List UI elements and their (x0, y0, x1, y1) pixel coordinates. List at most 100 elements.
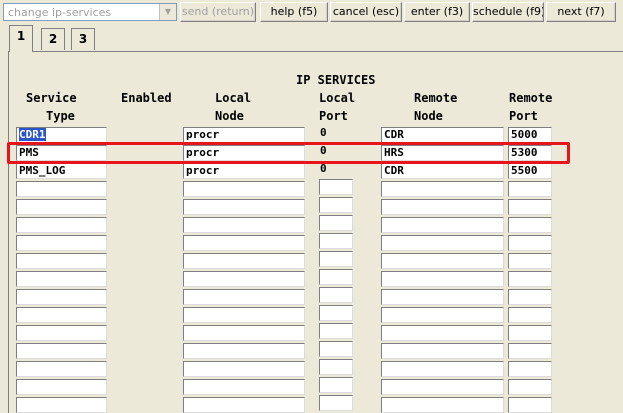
remote-port-field[interactable]: 5300 (508, 145, 552, 161)
remote-port-field[interactable] (508, 361, 552, 377)
remote-port-field[interactable] (508, 379, 552, 395)
local-port-field[interactable] (319, 323, 353, 339)
local-node-field[interactable] (183, 181, 305, 197)
page-tabs: 1 2 3 (0, 25, 623, 52)
remote-node-field[interactable] (381, 325, 504, 341)
command-select[interactable]: change ip-services ▼ (3, 3, 177, 21)
local-node-field[interactable] (183, 217, 305, 233)
header-local-port-2: Port (319, 109, 348, 123)
help-button[interactable]: help (f5) (260, 2, 328, 22)
local-port-value: 0 (320, 126, 327, 139)
service-type-field[interactable]: CDR1 (16, 127, 107, 143)
local-port-field[interactable] (319, 359, 353, 375)
header-enabled: Enabled (121, 91, 172, 105)
local-port-value: 0 (320, 144, 327, 157)
tab-2[interactable]: 2 (41, 28, 65, 50)
local-node-field[interactable]: procr (183, 163, 305, 179)
remote-port-field[interactable] (508, 253, 552, 269)
service-type-field[interactable] (16, 325, 107, 341)
local-node-field[interactable] (183, 397, 305, 413)
service-type-field[interactable] (16, 289, 107, 305)
local-port-field[interactable] (319, 287, 353, 303)
service-type-field[interactable] (16, 343, 107, 359)
remote-port-field[interactable] (508, 217, 552, 233)
remote-node-field[interactable] (381, 181, 504, 197)
local-node-field[interactable] (183, 253, 305, 269)
local-node-field[interactable] (183, 379, 305, 395)
local-port-field[interactable] (319, 215, 353, 231)
local-port-field[interactable] (319, 179, 353, 195)
remote-port-field[interactable] (508, 289, 552, 305)
local-port-field[interactable] (319, 305, 353, 321)
remote-node-field[interactable] (381, 361, 504, 377)
remote-port-field[interactable]: 5000 (508, 127, 552, 143)
service-type-field[interactable] (16, 397, 107, 413)
form-title: IP SERVICES (296, 73, 376, 87)
local-port-field[interactable] (319, 197, 353, 213)
send-button[interactable]: send (return) (180, 2, 256, 22)
local-port-field[interactable] (319, 233, 353, 249)
tab-1[interactable]: 1 (9, 25, 33, 52)
header-remote-node: Remote (414, 91, 458, 105)
service-type-field[interactable] (16, 361, 107, 377)
local-node-field[interactable] (183, 325, 305, 341)
remote-node-field[interactable]: HRS (381, 145, 504, 161)
toolbar: change ip-services ▼ send (return) help … (0, 0, 623, 25)
cancel-button[interactable]: cancel (esc) (330, 2, 402, 22)
service-type-field[interactable] (16, 217, 107, 233)
remote-node-field[interactable] (381, 307, 504, 323)
local-port-field[interactable] (319, 269, 353, 285)
service-type-field[interactable] (16, 307, 107, 323)
remote-node-field[interactable] (381, 343, 504, 359)
remote-node-field[interactable] (381, 289, 504, 305)
remote-port-field[interactable] (508, 181, 552, 197)
service-type-field[interactable] (16, 379, 107, 395)
remote-node-field[interactable] (381, 397, 504, 413)
remote-node-field[interactable] (381, 199, 504, 215)
service-type-field[interactable]: PMS (16, 145, 107, 161)
service-type-field[interactable] (16, 271, 107, 287)
service-type-field[interactable] (16, 199, 107, 215)
local-node-field[interactable]: procr (183, 145, 305, 161)
local-node-field[interactable] (183, 289, 305, 305)
local-node-field[interactable] (183, 199, 305, 215)
local-port-field[interactable] (319, 377, 353, 393)
local-node-field[interactable] (183, 343, 305, 359)
remote-port-field[interactable] (508, 397, 552, 413)
service-type-field[interactable] (16, 235, 107, 251)
local-node-field[interactable] (183, 307, 305, 323)
local-node-field[interactable]: procr (183, 127, 305, 143)
remote-node-field[interactable] (381, 217, 504, 233)
header-local-port: Local (319, 91, 356, 105)
remote-node-field[interactable]: CDR (381, 127, 504, 143)
service-type-field[interactable]: PMS_LOG (16, 163, 107, 179)
local-port-value: 0 (320, 162, 327, 175)
schedule-button[interactable]: schedule (f9) (472, 2, 544, 22)
enter-button[interactable]: enter (f3) (404, 2, 470, 22)
remote-node-field[interactable] (381, 235, 504, 251)
remote-port-field[interactable]: 5500 (508, 163, 552, 179)
remote-node-field[interactable] (381, 271, 504, 287)
remote-port-field[interactable] (508, 307, 552, 323)
remote-node-field[interactable] (381, 253, 504, 269)
local-port-field[interactable] (319, 341, 353, 357)
remote-port-field[interactable] (508, 271, 552, 287)
local-port-field[interactable] (319, 251, 353, 267)
remote-port-field[interactable] (508, 343, 552, 359)
service-type-field[interactable] (16, 253, 107, 269)
remote-port-field[interactable] (508, 235, 552, 251)
local-node-field[interactable] (183, 235, 305, 251)
tab-3[interactable]: 3 (71, 28, 95, 50)
service-type-field[interactable] (16, 181, 107, 197)
local-node-field[interactable] (183, 361, 305, 377)
remote-port-field[interactable] (508, 199, 552, 215)
header-remote-node-2: Node (414, 109, 443, 123)
header-service-type: Type (46, 109, 75, 123)
remote-port-field[interactable] (508, 325, 552, 341)
local-node-field[interactable] (183, 271, 305, 287)
chevron-down-icon[interactable]: ▼ (159, 4, 176, 20)
remote-node-field[interactable]: CDR (381, 163, 504, 179)
remote-node-field[interactable] (381, 379, 504, 395)
next-button[interactable]: next (f7) (546, 2, 616, 22)
local-port-field[interactable] (319, 395, 353, 411)
